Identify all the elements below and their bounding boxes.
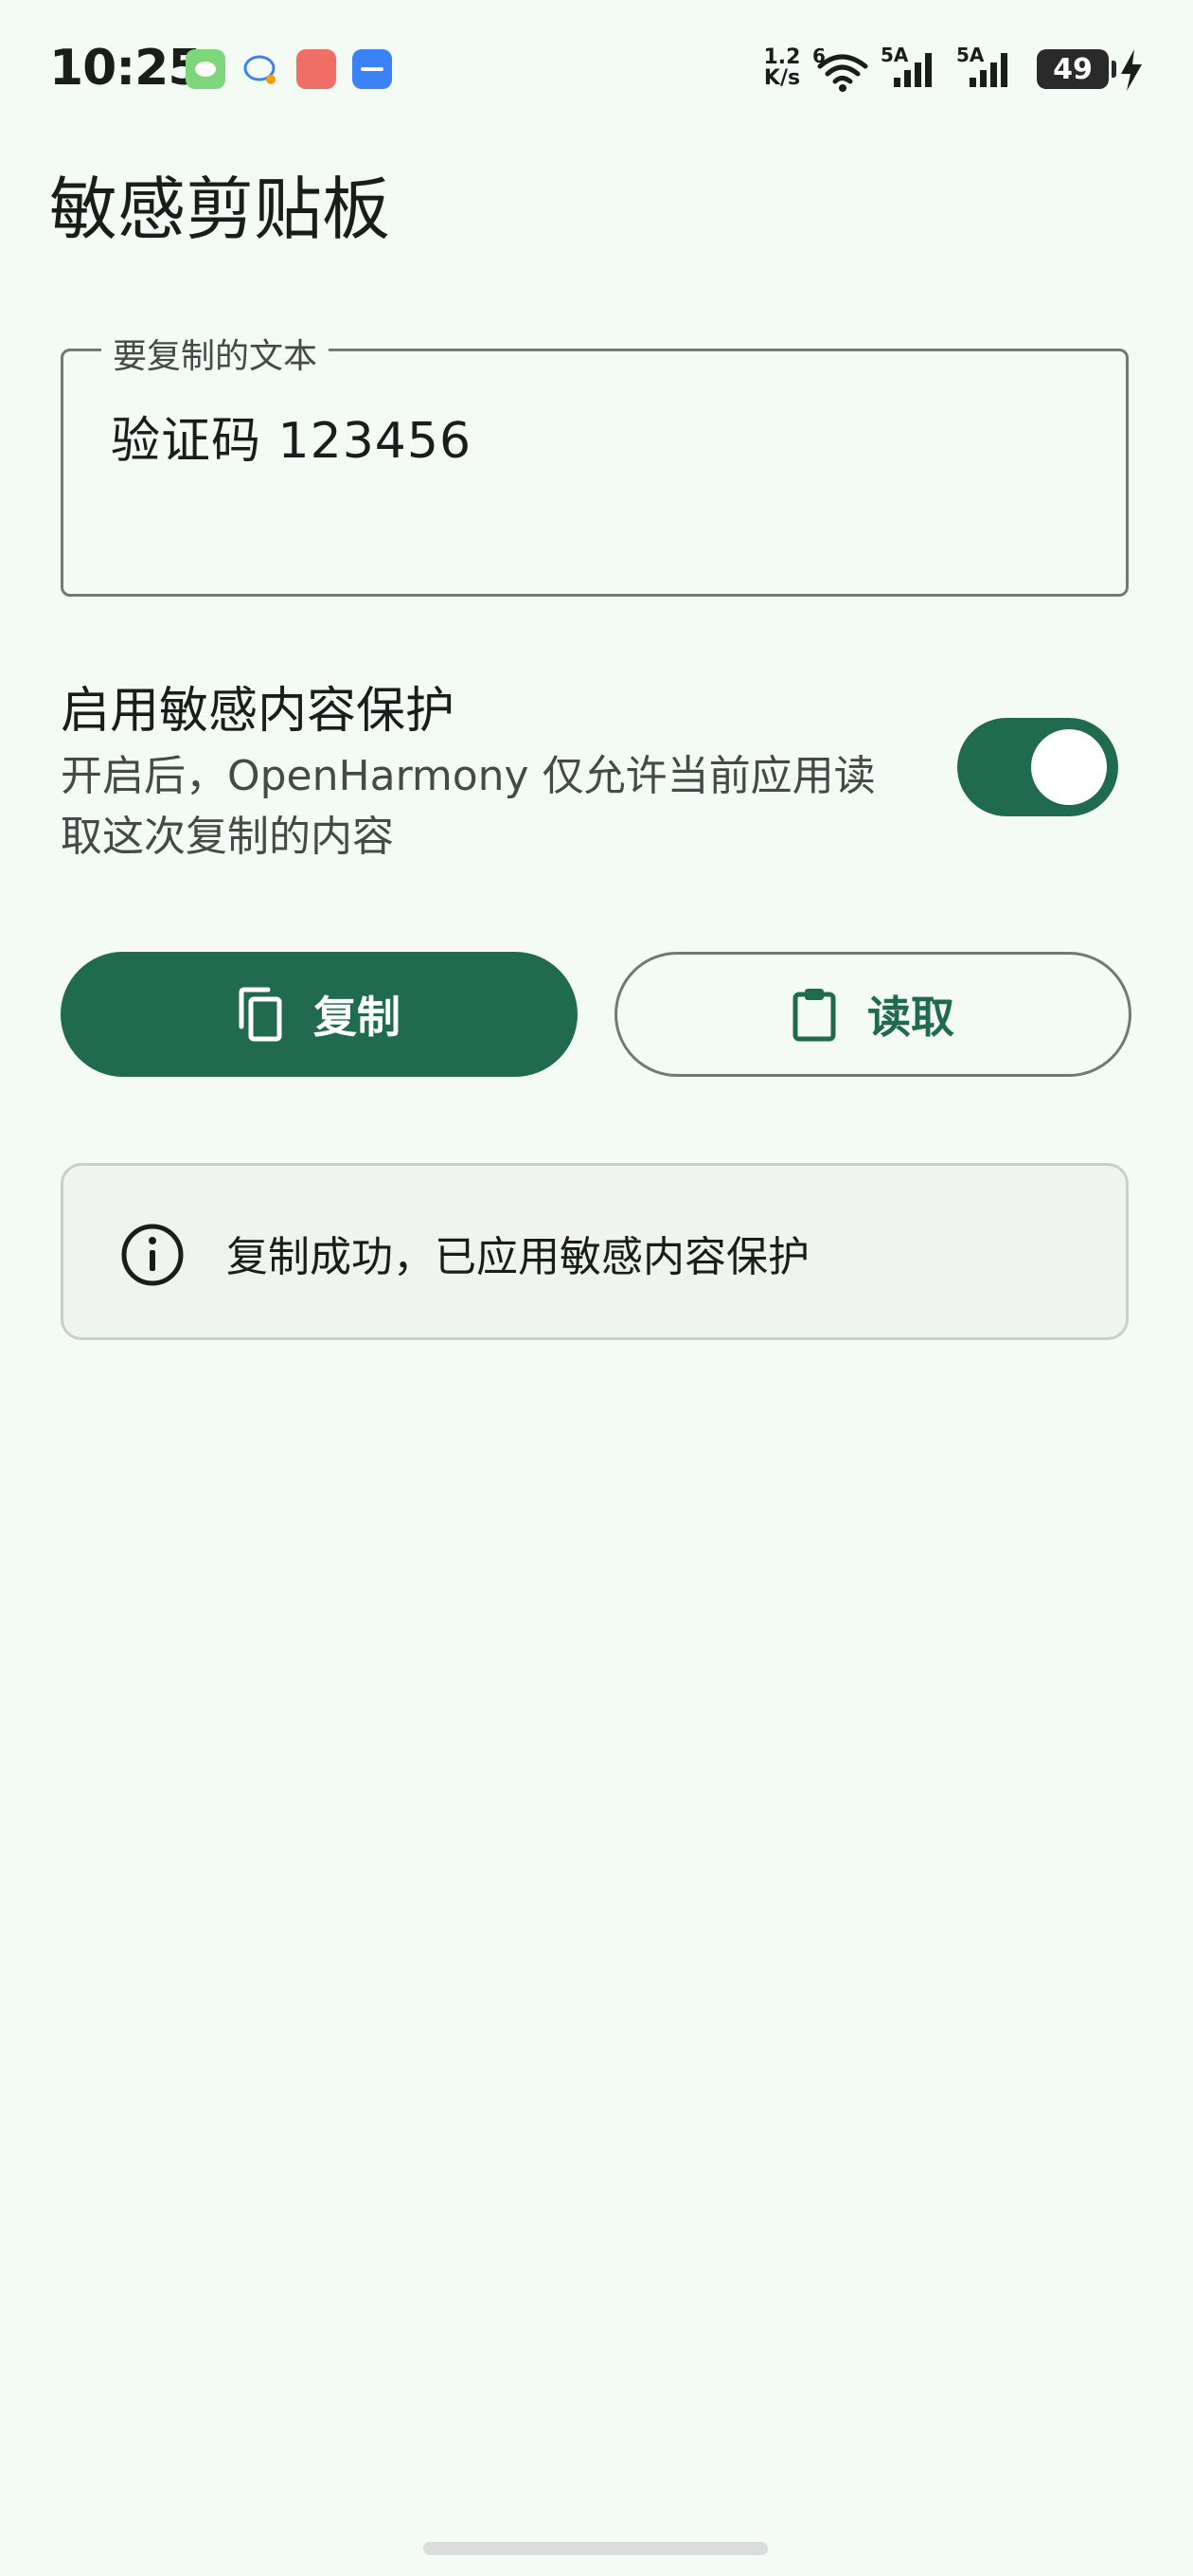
copy-text-input[interactable]: 验证码 123456	[111, 401, 472, 472]
wechat-icon	[186, 49, 225, 89]
copy-icon	[238, 987, 283, 1042]
sensitive-toggle-title: 启用敏感内容保护	[61, 683, 455, 740]
copy-text-field[interactable]: 要复制的文本 验证码 123456	[61, 329, 1129, 597]
copy-button-label: 复制	[313, 992, 401, 1043]
signal-label: 5A	[956, 44, 985, 66]
copy-text-field-label: 要复制的文本	[101, 329, 329, 378]
battery-tip	[1112, 61, 1116, 78]
page-title: 敏感剪贴板	[49, 170, 391, 249]
sensitive-toggle-description: 开启后，OpenHarmony 仅允许当前应用读取这次复制的内容	[61, 752, 876, 861]
network-speed: 1.2 K/s	[763, 45, 801, 90]
switch-knob	[1031, 729, 1107, 805]
status-message: 复制成功，已应用敏感内容保护	[226, 1233, 810, 1281]
copy-button[interactable]: 复制	[61, 952, 578, 1077]
signal-label: 5A	[881, 44, 909, 66]
status-message-card: 复制成功，已应用敏感内容保护	[61, 1163, 1129, 1340]
status-time: 10:25	[49, 40, 203, 97]
battery-icon: 49	[1037, 49, 1109, 89]
usb-icon	[352, 49, 392, 89]
sensitive-protection-switch[interactable]	[957, 718, 1118, 816]
wifi-icon: 6	[812, 45, 871, 97]
clipboard-icon	[792, 987, 837, 1042]
charging-bolt-icon	[1119, 49, 1144, 95]
xiaohongshu-icon	[296, 49, 336, 89]
read-button[interactable]: 读取	[614, 952, 1131, 1077]
chat-bubble-icon	[240, 49, 280, 89]
read-button-label: 读取	[867, 992, 954, 1043]
cellular-signal-icon: 5A	[881, 44, 949, 95]
info-icon	[120, 1223, 185, 1291]
cellular-signal-icon: 5A	[956, 44, 1024, 95]
home-indicator[interactable]	[423, 2542, 768, 2555]
status-bar: 10:25 1.2 K/s 6 5A 5A 49	[0, 0, 1193, 142]
